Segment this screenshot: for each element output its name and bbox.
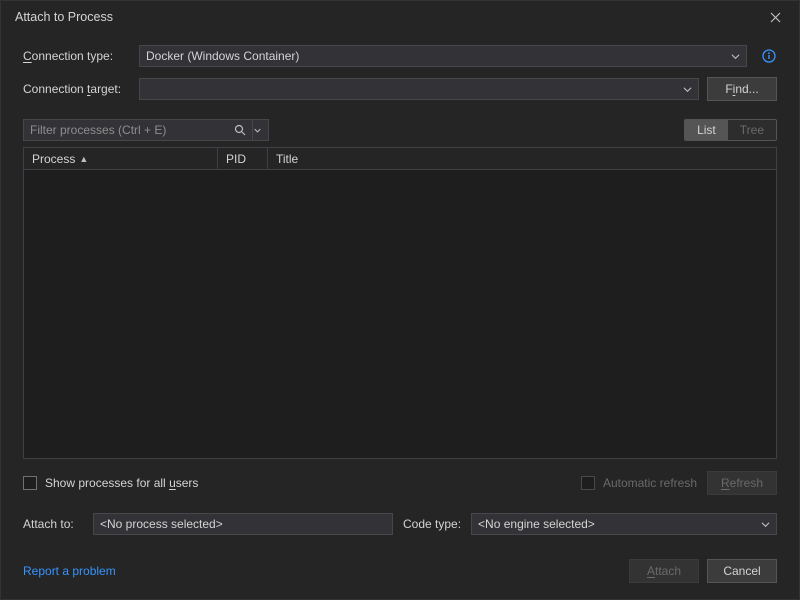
attach-to-process-dialog: Attach to Process Connection type: Docke… xyxy=(0,0,800,600)
report-problem-link[interactable]: Report a problem xyxy=(23,564,116,578)
refresh-button: Refresh xyxy=(707,471,777,495)
footer-row: Report a problem Attach Cancel xyxy=(23,559,777,583)
connection-type-row: Connection type: Docker (Windows Contain… xyxy=(23,45,777,67)
connection-type-combo[interactable]: Docker (Windows Container) xyxy=(139,45,747,67)
info-icon[interactable] xyxy=(761,48,777,64)
attach-button: Attach xyxy=(629,559,699,583)
chevron-down-icon xyxy=(761,520,770,529)
titlebar: Attach to Process xyxy=(1,1,799,33)
checkbox-icon xyxy=(581,476,595,490)
process-grid: Process ▲ PID Title xyxy=(23,147,777,459)
sort-ascending-icon: ▲ xyxy=(79,154,88,164)
attach-to-field: <No process selected> xyxy=(93,513,393,535)
code-type-value: <No engine selected> xyxy=(478,517,595,531)
checkbox-icon xyxy=(23,476,37,490)
connection-target-label: Connection target: xyxy=(23,82,131,96)
find-button[interactable]: Find... xyxy=(707,77,777,101)
connection-type-value: Docker (Windows Container) xyxy=(146,49,299,63)
cancel-button[interactable]: Cancel xyxy=(707,559,777,583)
chevron-down-icon xyxy=(683,85,692,94)
footer-buttons: Attach Cancel xyxy=(629,559,777,583)
grid-header: Process ▲ PID Title xyxy=(24,148,776,170)
code-type-combo[interactable]: <No engine selected> xyxy=(471,513,777,535)
view-list-button[interactable]: List xyxy=(685,120,728,140)
close-button[interactable] xyxy=(761,7,789,27)
attach-to-value: <No process selected> xyxy=(100,517,223,531)
toolbar-row: List Tree xyxy=(23,119,777,141)
connection-target-row: Connection target: Find... xyxy=(23,77,777,101)
automatic-refresh-label: Automatic refresh xyxy=(603,476,697,490)
filter-input[interactable] xyxy=(30,123,228,137)
attach-to-label: Attach to: xyxy=(23,517,83,531)
show-all-users-checkbox[interactable]: Show processes for all users xyxy=(23,476,198,490)
grid-body xyxy=(24,170,776,458)
attach-codetype-row: Attach to: <No process selected> Code ty… xyxy=(23,513,777,535)
refresh-cluster: Automatic refresh Refresh xyxy=(581,471,777,495)
close-icon xyxy=(770,12,781,23)
code-type-label: Code type: xyxy=(403,517,461,531)
below-grid-row: Show processes for all users Automatic r… xyxy=(23,471,777,495)
dialog-title: Attach to Process xyxy=(15,10,761,24)
view-mode-toggle: List Tree xyxy=(684,119,777,141)
filter-search-box[interactable] xyxy=(23,119,269,141)
view-tree-button[interactable]: Tree xyxy=(728,120,776,140)
column-header-pid[interactable]: PID xyxy=(218,148,268,169)
connection-target-combo[interactable] xyxy=(139,78,699,100)
search-options-dropdown[interactable] xyxy=(252,120,262,140)
show-all-users-label: Show processes for all users xyxy=(45,476,198,490)
column-header-process[interactable]: Process ▲ xyxy=(24,148,218,169)
automatic-refresh-checkbox: Automatic refresh xyxy=(581,476,697,490)
column-header-title[interactable]: Title xyxy=(268,148,776,169)
search-icon xyxy=(234,124,246,136)
chevron-down-icon xyxy=(731,52,740,61)
connection-type-label: Connection type: xyxy=(23,49,131,63)
dialog-body: Connection type: Docker (Windows Contain… xyxy=(1,33,799,599)
